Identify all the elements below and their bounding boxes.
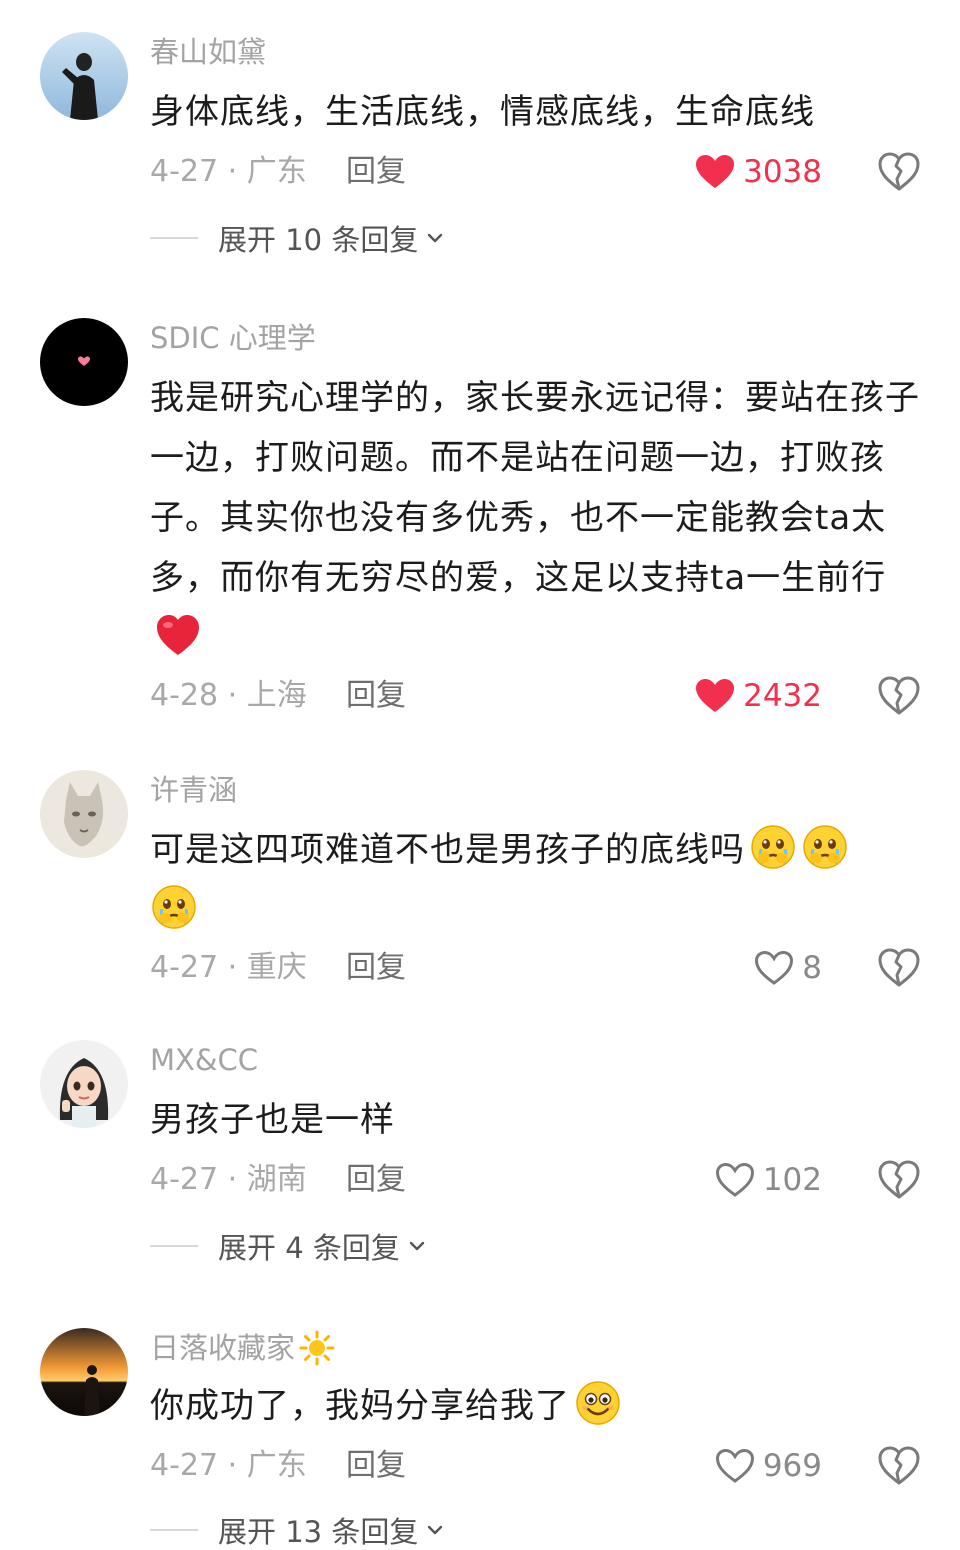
expand-replies-button[interactable]: 展开 10 条回复 (150, 218, 444, 258)
date-location: 4-27 · 湖南 (150, 1162, 307, 1197)
dislike-button[interactable] (878, 1446, 920, 1486)
date-location: 4-27 · 重庆 (150, 950, 307, 985)
date-location: 4-27 · 广东 (150, 1448, 307, 1483)
comment-text: 你成功了，我妈分享给我了 (150, 1376, 930, 1436)
reply-button[interactable]: 回复 (346, 152, 406, 192)
crying-face-emoji (801, 823, 849, 871)
heart-icon (695, 154, 735, 190)
like-button[interactable]: 2432 (695, 676, 822, 716)
username-text: 日落收藏家 (150, 1331, 296, 1365)
comment-text: 男孩子也是一样 (150, 1090, 930, 1150)
expand-label: 展开 4 条回复 (218, 1231, 400, 1265)
comment-text: 身体底线，生活底线，情感底线，生命底线 (150, 82, 930, 142)
username[interactable]: 许青涵 (150, 772, 237, 808)
username[interactable]: MX&CC (150, 1042, 258, 1078)
expand-replies-button[interactable]: 展开 4 条回复 (150, 1226, 426, 1266)
broken-heart-icon (878, 152, 920, 192)
avatar[interactable] (40, 770, 128, 858)
broken-heart-icon (878, 1446, 920, 1486)
dislike-button[interactable] (878, 676, 920, 716)
broken-heart-icon (878, 676, 920, 716)
comment-text-content: 男孩子也是一样 (150, 1100, 395, 1140)
reply-button[interactable]: 回复 (346, 1160, 406, 1200)
avatar[interactable] (40, 1328, 128, 1416)
like-count: 969 (762, 1448, 822, 1484)
red-heart-emoji (154, 611, 202, 659)
heart-icon (715, 1448, 755, 1484)
like-count: 3038 (743, 154, 822, 190)
comment-text: 我是研究心理学的，家长要永远记得：要站在孩子一边，打败问题。而不是站在问题一边，… (150, 368, 930, 668)
broken-heart-icon (878, 1160, 920, 1200)
username[interactable]: 春山如黛 (150, 34, 266, 70)
username[interactable]: 日落收藏家 (150, 1330, 335, 1366)
avatar[interactable] (40, 1040, 128, 1128)
date-location: 4-27 · 广东 (150, 154, 307, 189)
chevron-down-icon (408, 1237, 426, 1255)
like-button[interactable]: 969 (715, 1446, 822, 1486)
avatar[interactable] (40, 318, 128, 406)
divider-line (150, 1245, 198, 1247)
like-button[interactable]: 3038 (695, 152, 822, 192)
expand-label: 展开 13 条回复 (218, 1515, 419, 1549)
broken-heart-icon (878, 948, 920, 988)
heart-icon (715, 1162, 755, 1198)
dislike-button[interactable] (878, 1160, 920, 1200)
divider-line (150, 1529, 198, 1531)
date-location: 4-28 · 上海 (150, 678, 307, 713)
divider-line (150, 237, 198, 239)
heart-icon (754, 950, 794, 986)
like-button[interactable]: 102 (715, 1160, 822, 1200)
crying-face-emoji (749, 823, 797, 871)
like-count: 102 (762, 1162, 822, 1198)
comment-text-content: 你成功了，我妈分享给我了 (150, 1386, 570, 1426)
like-count: 8 (802, 950, 822, 986)
dislike-button[interactable] (878, 152, 920, 192)
like-count: 2432 (743, 678, 822, 714)
username[interactable]: SDIC 心理学 (150, 320, 316, 356)
chevron-down-icon (426, 1521, 444, 1539)
chevron-down-icon (426, 229, 444, 247)
comment-list: 春山如黛 身体底线，生活底线，情感底线，生命底线 4-27 · 广东 回复 30… (0, 0, 960, 1550)
smiling-face-emoji (574, 1379, 622, 1427)
comment-text-content: 身体底线，生活底线，情感底线，生命底线 (150, 92, 815, 132)
avatar[interactable] (40, 32, 128, 120)
crying-face-emoji (150, 883, 198, 931)
like-button[interactable]: 8 (754, 948, 822, 988)
reply-button[interactable]: 回复 (346, 1446, 406, 1486)
reply-button[interactable]: 回复 (346, 676, 406, 716)
expand-replies-button[interactable]: 展开 13 条回复 (150, 1510, 444, 1550)
expand-label: 展开 10 条回复 (218, 223, 419, 257)
comment-text: 可是这四项难道不也是男孩子的底线吗 (150, 820, 930, 940)
sun-emoji (299, 1330, 335, 1366)
dislike-button[interactable] (878, 948, 920, 988)
comment-text-content: 可是这四项难道不也是男孩子的底线吗 (150, 830, 745, 870)
reply-button[interactable]: 回复 (346, 948, 406, 988)
comment-text-content: 我是研究心理学的，家长要永远记得：要站在孩子一边，打败问题。而不是站在问题一边，… (150, 378, 920, 598)
heart-icon (695, 678, 735, 714)
